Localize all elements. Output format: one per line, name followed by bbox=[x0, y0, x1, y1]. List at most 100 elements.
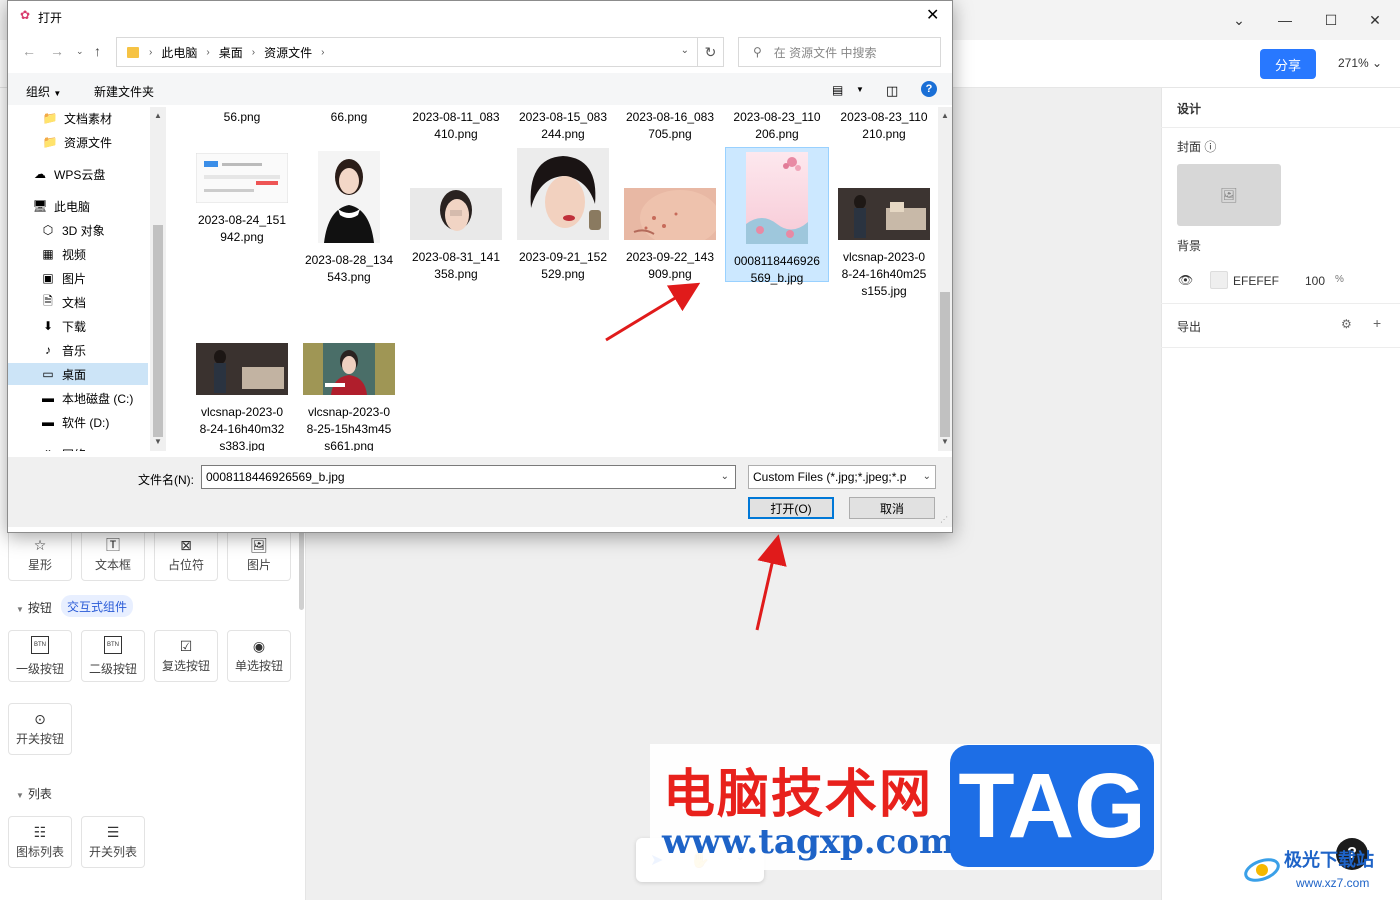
component-radio-button[interactable]: ◉ 单选按钮 bbox=[227, 630, 291, 682]
breadcrumb-desktop[interactable]: 桌面 bbox=[219, 44, 243, 61]
file-item[interactable]: 2023-08-23_110 206.png bbox=[725, 109, 829, 143]
open-button[interactable]: 打开(O) bbox=[748, 497, 834, 519]
file-item[interactable]: 2023-09-22_143 909.png bbox=[618, 147, 722, 283]
component-primary-button[interactable]: BTN 一级按钮 bbox=[8, 630, 72, 682]
resize-grip-icon[interactable]: ⋰ bbox=[940, 515, 948, 524]
tree-scrollbar[interactable]: ▲ ▼ bbox=[150, 107, 166, 451]
background-opacity-value[interactable]: 100 bbox=[1305, 274, 1325, 288]
component-textbox[interactable]: 🅃 文本框 bbox=[81, 529, 145, 581]
recent-chevron-icon[interactable]: ⌄ bbox=[76, 46, 84, 57]
background-color-value[interactable]: EFEFEF bbox=[1233, 274, 1279, 288]
section-list[interactable]: ▼ 列表 bbox=[16, 785, 52, 802]
file-item[interactable]: 2023-08-23_110 210.png bbox=[832, 109, 936, 143]
refresh-button[interactable]: ↻ bbox=[698, 37, 724, 67]
file-item[interactable]: 2023-08-15_083 244.png bbox=[511, 109, 615, 143]
tree-item[interactable]: ▬ 本地磁盘 (C:) bbox=[8, 387, 148, 409]
preview-pane-icon[interactable]: ◫ bbox=[886, 83, 898, 99]
file-item[interactable]: 2023-08-24_151 942.png bbox=[190, 147, 294, 246]
component-placeholder[interactable]: ⊠ 占位符 bbox=[154, 529, 218, 581]
tree-item[interactable]: ▬ 软件 (D:) bbox=[8, 411, 148, 433]
file-item[interactable]: vlcsnap-2023-0 8-25-15h43m45 s661.png bbox=[297, 343, 401, 451]
tree-item[interactable]: ⛭网络 bbox=[8, 443, 148, 452]
tree-item[interactable]: 🗎 文档 bbox=[8, 291, 148, 313]
cloud-icon: ☁ bbox=[34, 167, 46, 181]
address-bar[interactable]: › 此电脑 › 桌面 › 资源文件 › ⌄ bbox=[116, 37, 698, 67]
zoom-level[interactable]: 271% ⌄ bbox=[1338, 56, 1382, 70]
tree-item[interactable]: ♪ 音乐 bbox=[8, 339, 148, 361]
file-item-selected[interactable]: 0008118446926 569_b.jpg bbox=[725, 147, 829, 285]
music-icon: ♪ bbox=[45, 343, 51, 357]
cancel-button[interactable]: 取消 bbox=[849, 497, 935, 519]
forward-arrow-icon[interactable]: → bbox=[50, 43, 64, 59]
view-options-icon[interactable]: ▤ bbox=[832, 83, 843, 97]
file-item[interactable]: vlcsnap-2023-0 8-24-16h40m32 s383.jpg bbox=[190, 343, 294, 451]
file-item[interactable]: 2023-08-16_083 705.png bbox=[618, 109, 722, 143]
component-star[interactable]: ☆ 星形 bbox=[8, 529, 72, 581]
eye-icon[interactable]: 👁 bbox=[1178, 273, 1193, 287]
tree-item[interactable]: ⬡ 3D 对象 bbox=[8, 219, 148, 241]
file-item[interactable]: 2023-08-31_141 358.png bbox=[404, 147, 508, 283]
filename-input[interactable]: 0008118446926569_b.jpg ⌄ bbox=[201, 465, 736, 489]
file-type-select[interactable]: Custom Files (*.jpg;*.jpeg;*.p ⌄ bbox=[748, 465, 936, 489]
component-image[interactable]: 🖼 图片 bbox=[227, 529, 291, 581]
button-icon: BTN bbox=[31, 635, 49, 654]
left-panel-scrollbar[interactable] bbox=[299, 520, 304, 610]
star-icon: ☆ bbox=[33, 536, 47, 553]
scroll-up-icon[interactable]: ▲ bbox=[941, 111, 949, 120]
close-icon[interactable]: ✕ bbox=[1360, 8, 1390, 32]
tree-item[interactable]: 🖥 此电脑 bbox=[8, 195, 148, 217]
tree-item[interactable]: 📁 文档素材 bbox=[8, 107, 148, 129]
file-item[interactable]: vlcsnap-2023-0 8-24-16h40m25 s155.jpg bbox=[832, 147, 936, 300]
section-buttons[interactable]: ▼ 按钮 bbox=[16, 599, 52, 616]
file-list-scrollbar[interactable]: ▲ ▼ bbox=[938, 107, 952, 451]
tree-item[interactable]: ▭ 桌面 bbox=[8, 363, 148, 385]
back-arrow-icon[interactable]: ← bbox=[22, 43, 36, 59]
tree-item[interactable]: ▦ 视频 bbox=[8, 243, 148, 265]
dialog-close-icon[interactable]: ✕ bbox=[926, 5, 939, 25]
tree-item[interactable]: ⬇ 下载 bbox=[8, 315, 148, 337]
file-list-scroll-thumb[interactable] bbox=[940, 292, 950, 437]
new-folder-button[interactable]: 新建文件夹 bbox=[94, 83, 154, 100]
document-icon: 🗎 bbox=[43, 293, 53, 308]
component-icon-list[interactable]: ☷ 图标列表 bbox=[8, 816, 72, 868]
minimize-icon[interactable]: — bbox=[1270, 8, 1300, 32]
file-item[interactable]: 56.png bbox=[190, 109, 294, 126]
breadcrumb-separator-icon: › bbox=[149, 46, 153, 58]
maximize-icon[interactable]: ☐ bbox=[1316, 8, 1346, 32]
file-item[interactable]: 2023-08-28_134 543.png bbox=[297, 147, 401, 286]
file-item[interactable]: 66.png bbox=[297, 109, 401, 126]
breadcrumb-this-pc[interactable]: 此电脑 bbox=[161, 44, 197, 61]
component-checkbox-button[interactable]: ☑ 复选按钮 bbox=[154, 630, 218, 682]
tree-item[interactable]: ▣ 图片 bbox=[8, 267, 148, 289]
refresh-icon: ↻ bbox=[704, 43, 717, 60]
divider bbox=[1161, 347, 1400, 348]
divider bbox=[1161, 303, 1400, 304]
organize-menu[interactable]: 组织 ▼ bbox=[26, 83, 61, 100]
share-button[interactable]: 分享 bbox=[1260, 49, 1316, 79]
search-input[interactable]: ⚲ 在 资源文件 中搜索 bbox=[738, 37, 941, 67]
tree-item[interactable]: 📁 资源文件 bbox=[8, 131, 148, 153]
tree-scroll-thumb[interactable] bbox=[153, 225, 163, 437]
component-toggle-list[interactable]: ☰ 开关列表 bbox=[81, 816, 145, 868]
up-arrow-icon[interactable]: ↑ bbox=[94, 43, 101, 59]
component-toggle[interactable]: ⊙ 开关按钮 bbox=[8, 703, 72, 755]
breadcrumb-resources[interactable]: 资源文件 bbox=[264, 44, 312, 61]
help-icon[interactable]: ? bbox=[921, 81, 937, 97]
scroll-down-icon[interactable]: ▼ bbox=[154, 437, 162, 446]
add-icon[interactable]: + bbox=[1373, 315, 1381, 331]
component-secondary-button[interactable]: BTN 二级按钮 bbox=[81, 630, 145, 682]
tree-item[interactable]: ☁ WPS云盘 bbox=[8, 163, 148, 185]
chevron-down-icon[interactable]: ⌄ bbox=[721, 471, 729, 482]
cover-image-upload[interactable]: 🖼 bbox=[1177, 164, 1281, 226]
file-item[interactable]: 2023-08-11_083 410.png bbox=[404, 109, 508, 143]
chevron-down-icon[interactable]: ⌄ bbox=[681, 45, 689, 56]
interactive-component-chip[interactable]: 交互式组件 bbox=[61, 595, 134, 617]
placeholder-icon: ⊠ bbox=[180, 536, 192, 553]
background-color-swatch[interactable] bbox=[1210, 271, 1228, 289]
chevron-down-icon[interactable]: ⌄ bbox=[1224, 8, 1254, 32]
sliders-icon[interactable]: ⚙ bbox=[1341, 317, 1352, 331]
caret-down-icon[interactable]: ▼ bbox=[856, 85, 864, 94]
scroll-down-icon[interactable]: ▼ bbox=[941, 437, 949, 446]
scroll-up-icon[interactable]: ▲ bbox=[154, 111, 162, 120]
file-item[interactable]: 2023-09-21_152 529.png bbox=[511, 147, 615, 283]
